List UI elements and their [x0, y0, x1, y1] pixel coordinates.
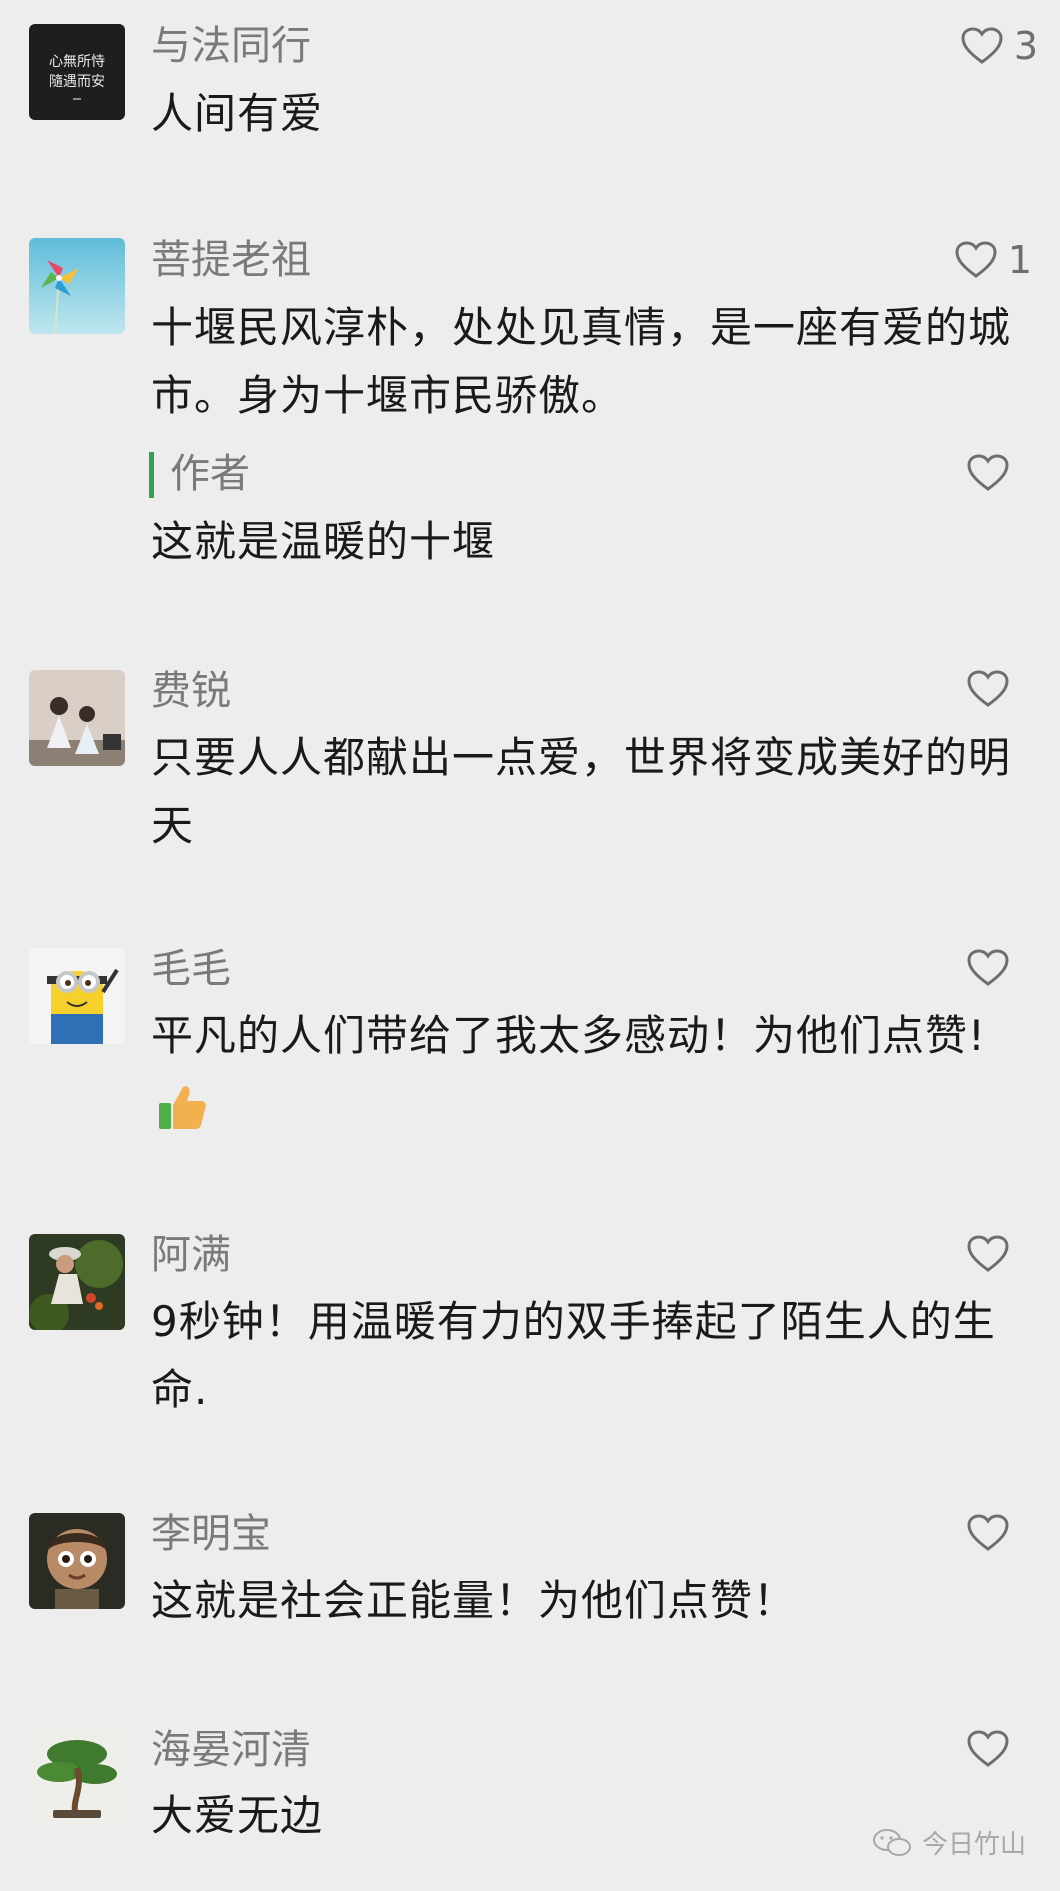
- commenter-name[interactable]: 海晏河清: [151, 1726, 311, 1774]
- like-button[interactable]: [966, 669, 1010, 709]
- avatar-pinwheel-image: [29, 238, 125, 334]
- like-button[interactable]: [966, 1513, 1010, 1553]
- avatar-calligraphy-image: 心無所恃 隨遇而安: [29, 24, 125, 120]
- comment-text: 十堰民风淳朴，处处见真情，是一座有爱的城市。身为十堰市民骄傲。: [151, 303, 1012, 420]
- heart-icon: [967, 949, 1009, 986]
- commenter-name[interactable]: 与法同行: [151, 22, 311, 70]
- like-button[interactable]: [966, 453, 1010, 493]
- comment-text: 这就是社会正能量！为他们点赞！: [151, 1576, 797, 1625]
- comment-text: 9秒钟！用温暖有力的双手捧起了陌生人的生命.: [151, 1297, 996, 1414]
- comment-text: 平凡的人们带给了我太多感动！为他们点赞!: [151, 1002, 1011, 1138]
- heart-icon: [967, 1514, 1009, 1551]
- heart-icon: [967, 670, 1009, 707]
- heart-icon: [967, 454, 1009, 491]
- avatar-minion-image: [29, 948, 125, 1044]
- avatar[interactable]: [29, 1513, 125, 1609]
- avatar-cartoon-image: [29, 1513, 125, 1609]
- avatar[interactable]: [29, 238, 125, 334]
- like-count: 1: [1007, 238, 1032, 282]
- comment-text: 人间有爱: [151, 89, 324, 138]
- author-reply-text: 这就是温暖的十堰: [151, 517, 496, 566]
- commenter-name[interactable]: 李明宝: [151, 1510, 271, 1558]
- comment-text: 只要人人都献出一点爱，世界将变成美好的明天: [151, 733, 1012, 850]
- like-button[interactable]: [966, 1729, 1010, 1769]
- watermark-text: 今日竹山: [921, 1830, 1026, 1860]
- avatar[interactable]: [29, 1728, 125, 1824]
- svg-text:心無所恃: 心無所恃: [49, 54, 105, 70]
- avatar-photo-image: [29, 670, 125, 766]
- avatar-bonsai-image: [29, 1728, 125, 1824]
- heart-icon: [967, 1235, 1009, 1272]
- heart-icon: [955, 241, 997, 278]
- comment-text-content: 平凡的人们带给了我太多感动！为他们点赞!: [151, 1011, 986, 1060]
- author-reply-label: 作者: [170, 451, 250, 497]
- like-button[interactable]: 3: [960, 24, 1038, 68]
- svg-text:隨遇而安: 隨遇而安: [49, 74, 105, 90]
- wechat-icon: [872, 1828, 911, 1856]
- thumbs-up-icon: [159, 1085, 206, 1129]
- avatar-garden-image: [29, 1234, 125, 1330]
- author-reply-marker: [149, 452, 154, 498]
- commenter-name[interactable]: 菩提老祖: [151, 236, 311, 284]
- like-button[interactable]: [966, 948, 1010, 988]
- heart-icon: [961, 27, 1003, 64]
- heart-icon: [967, 1730, 1009, 1767]
- commenter-name[interactable]: 费锐: [151, 667, 231, 715]
- avatar[interactable]: [29, 948, 125, 1044]
- like-button[interactable]: 1: [954, 238, 1032, 282]
- avatar[interactable]: 心無所恃 隨遇而安: [29, 24, 125, 120]
- like-count: 3: [1013, 24, 1038, 68]
- avatar[interactable]: [29, 670, 125, 766]
- watermark: 今日竹山: [872, 1824, 1026, 1861]
- commenter-name[interactable]: 阿满: [151, 1231, 231, 1279]
- like-button[interactable]: [966, 1234, 1010, 1274]
- avatar[interactable]: [29, 1234, 125, 1330]
- commenter-name[interactable]: 毛毛: [151, 945, 231, 993]
